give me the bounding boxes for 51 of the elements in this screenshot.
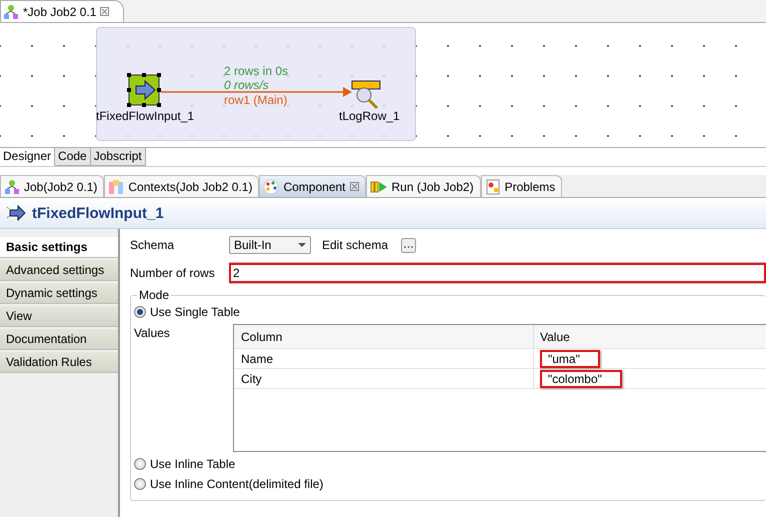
- component-title: tFixedFlowInput_1: [32, 204, 164, 222]
- mode-legend: Mode: [137, 288, 172, 302]
- radio-button[interactable]: [134, 306, 146, 318]
- table-cell: Name: [234, 349, 534, 368]
- panel-tab[interactable]: Run (Job Job2): [366, 175, 481, 197]
- rows-label: Number of rows: [130, 266, 216, 280]
- link-stats: 2 rows in 0s: [224, 64, 288, 78]
- settings-tab[interactable]: Advanced settings: [0, 260, 118, 281]
- table-cell: "colombo": [540, 370, 622, 388]
- panel-tab[interactable]: Component: [259, 175, 366, 197]
- log-node-icon[interactable]: [352, 80, 380, 110]
- radio-label: Use Inline Table: [150, 457, 236, 471]
- radio-label: Use Inline Content(delimited file): [150, 477, 324, 491]
- editor-tab[interactable]: *Job Job2 0.1: [0, 0, 124, 22]
- link-label: row1 (Main): [224, 93, 288, 107]
- settings-tab[interactable]: Documentation: [0, 329, 118, 350]
- editor-view-tab[interactable]: Jobscript: [90, 148, 146, 166]
- settings-tab[interactable]: Dynamic settings: [0, 283, 118, 304]
- caret-icon: [298, 242, 306, 248]
- link-rate: 0 rows/s: [224, 78, 269, 92]
- column-header[interactable]: Column: [234, 325, 534, 348]
- palette-icon: [263, 178, 280, 194]
- edit-schema-label: Edit schema: [322, 238, 388, 252]
- input-node-icon[interactable]: [127, 73, 161, 107]
- panel-tab[interactable]: Contexts(Job Job2 0.1): [104, 175, 260, 197]
- panel-tab[interactable]: Job(Job2 0.1): [0, 175, 104, 197]
- job-icon: [3, 4, 19, 20]
- radio-button[interactable]: [134, 458, 146, 470]
- close-icon[interactable]: [350, 182, 359, 191]
- schema-dropdown[interactable]: Built-In: [229, 236, 311, 254]
- settings-tab[interactable]: Validation Rules: [0, 352, 118, 373]
- values-label: Values: [134, 325, 171, 342]
- job-icon: [4, 178, 20, 194]
- settings-tab[interactable]: View: [0, 306, 118, 327]
- settings-tab[interactable]: Basic settings: [0, 237, 118, 258]
- panel-tab[interactable]: Problems: [480, 175, 562, 197]
- run-icon: [370, 178, 388, 194]
- node-label: tFixedFlowInput_1: [96, 109, 194, 123]
- problems-icon: [484, 178, 501, 194]
- arrow-icon: [6, 205, 26, 221]
- schema-label: Schema: [130, 238, 176, 252]
- column-header[interactable]: Value: [534, 325, 576, 348]
- close-icon[interactable]: [100, 7, 110, 16]
- table-cell: "uma": [540, 350, 600, 368]
- more-icon[interactable]: [401, 238, 416, 252]
- radio-label: Use Single Table: [150, 305, 240, 319]
- rows-field[interactable]: 2: [229, 262, 766, 284]
- editor-view-tab[interactable]: Code: [55, 148, 91, 166]
- radio-button[interactable]: [134, 478, 146, 490]
- table-cell: City: [234, 369, 534, 388]
- node-label: tLogRow_1: [339, 109, 400, 123]
